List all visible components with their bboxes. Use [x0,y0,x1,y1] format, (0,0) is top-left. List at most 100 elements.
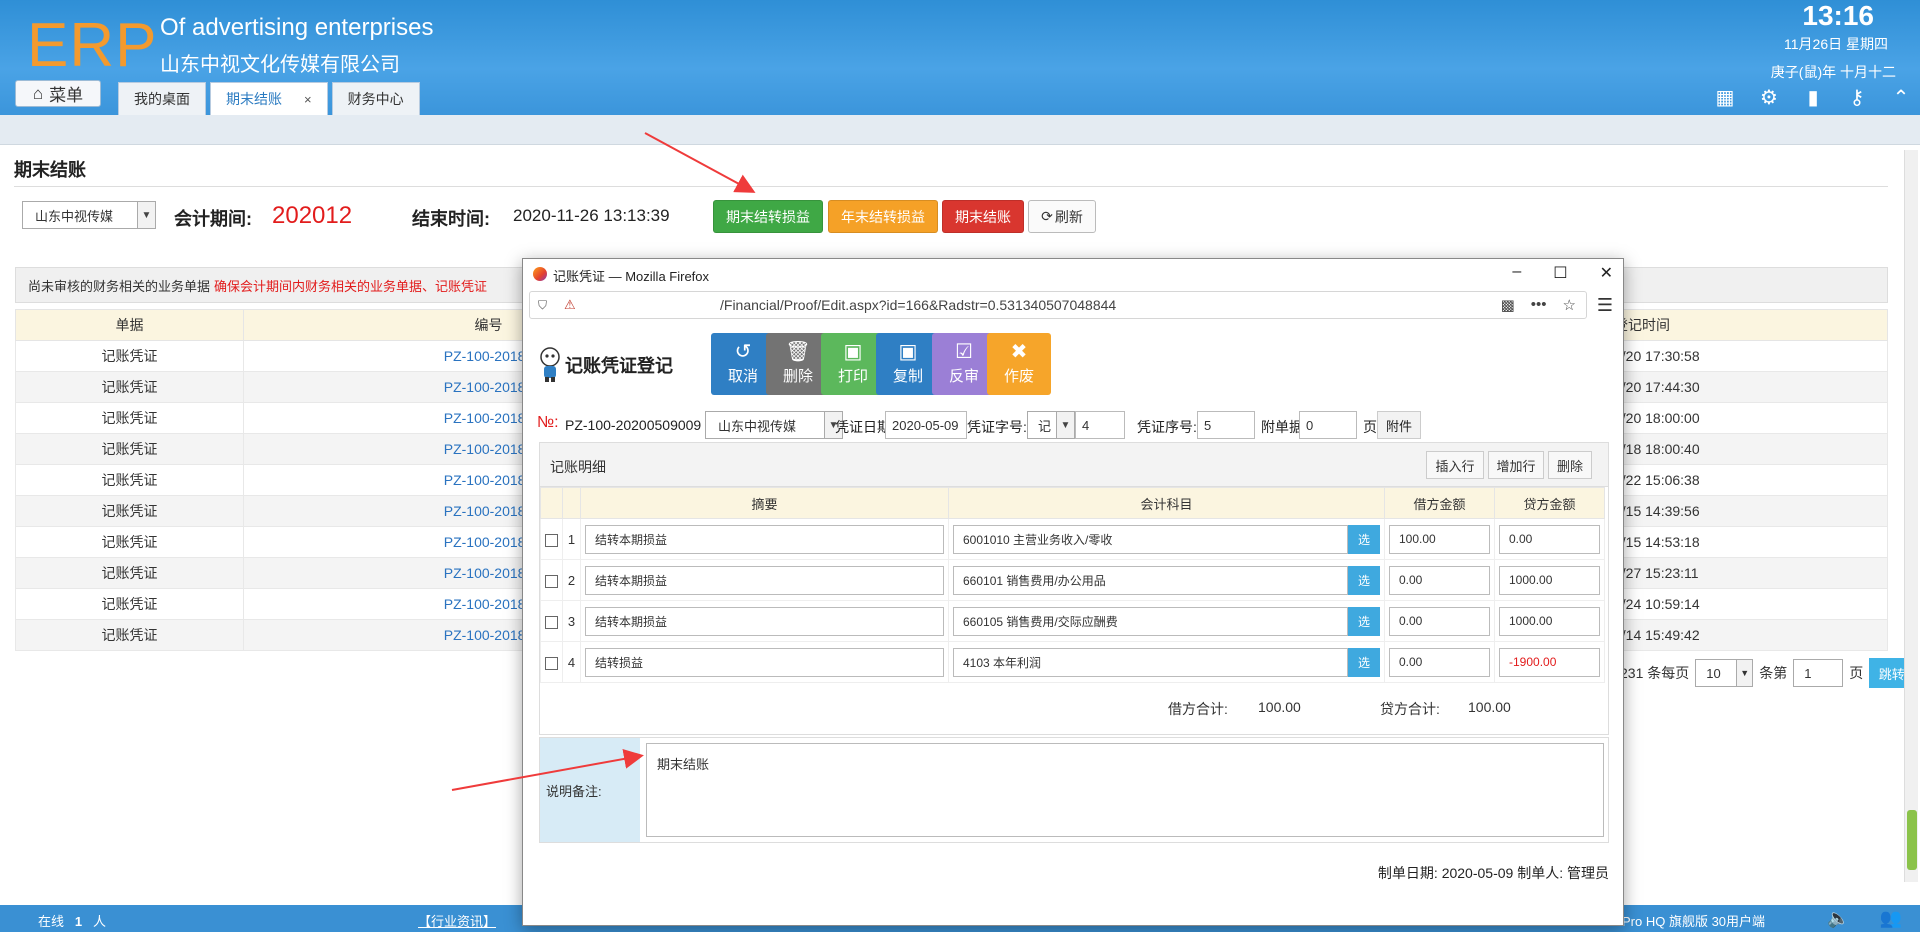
made-date-value: 2020-05-09 [1441,865,1514,881]
attachment-button[interactable]: 附件 [1377,411,1421,439]
summary-input[interactable]: 结转本期损益 [585,565,944,595]
subject-input[interactable]: 660101 销售费用/办公用品 [953,565,1348,595]
pick-subject-button[interactable]: 选 [1348,606,1380,636]
voucher-seq-input[interactable]: 5 [1197,411,1255,439]
doc-time: 2/20 17:44:30 [1613,371,1888,403]
tab-finance-center[interactable]: 财务中心 [331,82,420,115]
collapse-icon[interactable]: ⌃ [1890,86,1912,109]
hamburger-menu-icon[interactable]: ☰ [1597,295,1613,316]
credit-input[interactable]: -1900.00 [1499,647,1600,677]
button-label: 删除 [782,368,813,385]
speaker-icon[interactable]: 🔈 [1827,908,1849,929]
debit-cell: 100.00 [1384,518,1495,560]
voucher-line: 3 结转本期损益 660105 销售费用/交际应酬费选 0.00 1000.00 [540,600,1605,642]
voucher-date-input[interactable]: 2020-05-09 [885,411,967,439]
book-icon[interactable]: ▮ [1802,86,1824,109]
attachments-unit: 页 [1363,419,1377,435]
pick-subject-button[interactable]: 选 [1348,565,1380,595]
main-menu-button[interactable]: ⌂ 菜单 [15,80,101,107]
pick-subject-button[interactable]: 选 [1348,647,1380,677]
online-label: 在线 [38,914,65,929]
news-link[interactable]: 【行业资讯】 [418,911,496,930]
close-period-button[interactable]: 期末结账 [942,200,1024,233]
subject-input[interactable]: 660105 销售费用/交际应酬费 [953,606,1348,636]
url-bar[interactable]: ⛉ ⚠ /Financial/Proof/Edit.aspx?id=166&Ra… [529,291,1587,319]
voucher-no-label: №: [537,414,559,431]
star-icon[interactable]: ☆ [1563,296,1576,314]
tab-desktop[interactable]: 我的桌面 [118,82,206,115]
button-label: 取消 [727,368,758,385]
tab-period-close[interactable]: 期末结账 × [210,82,328,115]
voucher-popup-window: 记账凭证 — Mozilla Firefox – ☐ ✕ ⛉ ⚠ /Financ… [522,258,1624,926]
void-button[interactable]: ✖ 作废 [987,333,1051,395]
pick-subject-button[interactable]: 选 [1348,524,1380,554]
summary-input[interactable]: 结转本期损益 [585,606,944,636]
summary-cell: 结转损益 [580,641,949,683]
close-icon[interactable]: ✕ [1600,263,1613,283]
voucher-word-select[interactable]: 记 ▼ [1027,411,1075,439]
summary-input[interactable]: 结转损益 [585,647,944,677]
remark-textarea[interactable]: 期末结账 [646,743,1604,837]
copy-button[interactable]: ▣ 复制 [876,333,940,395]
voucher-word-number[interactable]: 4 [1075,411,1125,439]
qr-code-icon[interactable]: ▩ [1501,296,1515,314]
shield-icon[interactable]: ⛉ [538,298,547,313]
summary-cell: 结转本期损益 [580,600,949,642]
scrollbar-thumb[interactable] [1907,810,1917,870]
credit-input[interactable]: 1000.00 [1499,565,1600,595]
company-select[interactable]: 山东中视传媒 ▼ [22,201,156,229]
footer-icons: 🔈 👥 [1827,908,1902,929]
insert-row-button[interactable]: 插入行 [1426,451,1484,479]
key-icon[interactable]: ⚷ [1846,86,1868,109]
attachments-count-input[interactable]: 0 [1299,411,1357,439]
url-actions: ▩ ••• ☆ [1501,296,1576,314]
debit-input[interactable]: 0.00 [1389,647,1490,677]
row-checkbox[interactable] [545,533,558,547]
voucher-company-select[interactable]: 山东中视传媒 ▼ [705,411,843,439]
row-check-cell [540,559,563,601]
row-checkbox[interactable] [545,615,558,629]
credit-input[interactable]: 1000.00 [1499,606,1600,636]
url-text[interactable]: /Financial/Proof/Edit.aspx?id=166&Radstr… [720,297,1116,313]
transfer-period-button[interactable]: 期末结转损益 [713,200,823,233]
voucher-no-value: PZ-100-20200509009 [565,417,702,433]
page-scrollbar[interactable] [1904,150,1918,882]
credit-cell: -1900.00 [1494,641,1605,683]
doc-type: 记账凭证 [15,495,244,527]
refresh-button[interactable]: ⟳ 刷新 [1028,200,1096,233]
users-icon[interactable]: 👥 [1880,908,1902,929]
sub-bar [0,115,1920,145]
delete-row-button[interactable]: 删除 [1548,451,1592,479]
minimize-icon[interactable]: – [1512,263,1521,283]
credit-input[interactable]: 0.00 [1499,524,1600,554]
add-row-button[interactable]: 增加行 [1488,451,1544,479]
debit-input[interactable]: 0.00 [1389,606,1490,636]
doc-type: 记账凭证 [15,433,244,465]
clock-time: 13:16 [1802,0,1874,31]
chevron-down-icon: ▼ [137,202,155,228]
close-icon[interactable]: × [304,92,312,107]
maximize-icon[interactable]: ☐ [1553,263,1567,283]
transfer-year-button[interactable]: 年末结转损益 [828,200,938,233]
subject-input[interactable]: 6001010 主营业务收入/零收 [953,524,1348,554]
doc-time: 5/15 14:39:56 [1613,495,1888,527]
debit-input[interactable]: 100.00 [1389,524,1490,554]
debit-input[interactable]: 0.00 [1389,565,1490,595]
insecure-lock-icon[interactable]: ⚠ [564,297,576,313]
page-input[interactable]: 1 [1793,659,1844,687]
notice-text: 尚未审核的财务相关的业务单据 [28,278,211,294]
credit-total-value: 100.00 [1468,699,1511,715]
subject-cell: 660101 销售费用/办公用品选 [948,559,1385,601]
grid-icon[interactable]: ▦ [1714,86,1736,109]
more-icon[interactable]: ••• [1531,296,1547,314]
tab-label: 我的桌面 [134,91,190,107]
row-checkbox[interactable] [545,656,558,670]
per-page-select[interactable]: 10 ▼ [1695,659,1754,687]
gear-icon[interactable]: ⚙ [1758,86,1780,109]
row-checkbox[interactable] [545,574,558,588]
subject-cell: 4103 本年利润选 [948,641,1385,683]
subject-input[interactable]: 4103 本年利润 [953,647,1348,677]
refresh-label: 刷新 [1054,208,1083,225]
credit-cell: 1000.00 [1494,559,1605,601]
summary-input[interactable]: 结转本期损益 [585,524,944,554]
